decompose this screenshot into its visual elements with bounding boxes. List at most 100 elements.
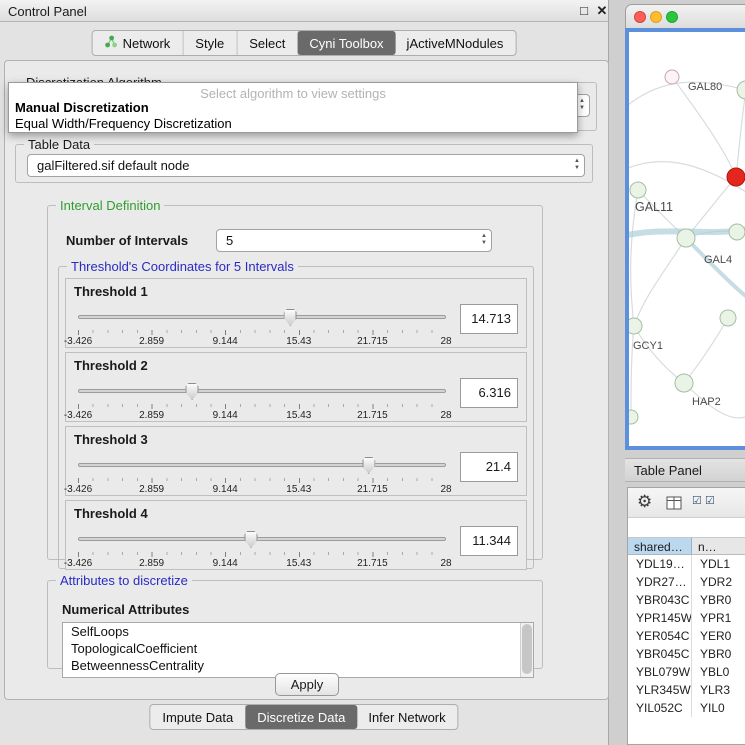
network-node[interactable]	[665, 70, 679, 84]
column-header-name[interactable]: n…	[692, 537, 745, 555]
slider-thumb[interactable]	[244, 531, 257, 548]
network-node[interactable]	[720, 310, 736, 326]
network-window-titlebar	[625, 4, 745, 28]
node-label-gal11: GAL11	[635, 200, 673, 214]
algorithm-option-equal-width[interactable]: Equal Width/Frequency Discretization	[15, 116, 232, 131]
threshold-value-field[interactable]: 11.344	[460, 526, 518, 556]
apply-button[interactable]: Apply	[275, 673, 339, 696]
attribute-item[interactable]: BetweennessCentrality	[63, 657, 533, 674]
zoom-traffic-light[interactable]	[666, 11, 678, 23]
network-node[interactable]	[629, 318, 642, 334]
table-panel-bar: Table Panel	[625, 458, 745, 482]
tab-impute-data[interactable]: Impute Data	[150, 705, 246, 729]
attributes-scrollbar[interactable]	[520, 623, 533, 677]
table-columns-icon[interactable]	[666, 496, 682, 513]
network-node[interactable]	[729, 224, 745, 240]
close-icon[interactable]: ✕	[594, 3, 610, 19]
tab-infer-network[interactable]: Infer Network	[356, 705, 457, 729]
network-node[interactable]	[629, 410, 638, 424]
tick-label: 21.715	[357, 558, 388, 569]
tick-label: 15.43	[286, 484, 311, 495]
close-traffic-light[interactable]	[634, 11, 646, 23]
tick-label: 9.144	[213, 558, 238, 569]
table-panel-window: ⚙ ☑ ☑ shared… n… YDL19…YDL1YDR27…YDR2YBR…	[627, 487, 745, 745]
slider-tick-labels: -3.4262.8599.14415.4321.71528	[78, 410, 446, 422]
node-label-hap2: HAP2	[692, 396, 721, 408]
tab-network[interactable]: Network	[93, 31, 184, 55]
threshold-4-box: Threshold 4 -3.4262.8599.14415.4321.7152…	[65, 500, 527, 570]
table-row[interactable]: YBL079WYBL0	[628, 663, 745, 681]
tick-label: 28	[440, 484, 451, 495]
selected-network-node[interactable]	[727, 168, 745, 186]
tab-select[interactable]: Select	[237, 31, 298, 55]
slider-thumb[interactable]	[362, 457, 375, 474]
network-node[interactable]	[630, 182, 646, 198]
table-row[interactable]: YPR145WYPR1	[628, 609, 745, 627]
table-cell: YBL0	[692, 663, 745, 681]
table-cell: YBL079W	[628, 663, 692, 681]
attributes-list[interactable]: SelfLoopsTopologicalCoefficientBetweenne…	[62, 622, 534, 678]
threshold-1-slider[interactable]	[78, 309, 446, 327]
threshold-4-slider[interactable]	[78, 531, 446, 549]
tab-discretize-data[interactable]: Discretize Data	[245, 705, 357, 729]
table-row[interactable]: YDR27…YDR2	[628, 573, 745, 591]
number-of-intervals-combobox[interactable]: 5 ▲▼	[216, 229, 492, 252]
table-row[interactable]: YBR043CYBR0	[628, 591, 745, 609]
cyni-toolbox-panel: Discretization Algorithm ▲▼ Table Data g…	[4, 60, 609, 700]
minimize-traffic-light[interactable]	[650, 11, 662, 23]
table-row[interactable]: YLR345WYLR3	[628, 681, 745, 699]
control-panel: Control Panel □ ✕ Network Style Select C…	[0, 0, 609, 745]
float-window-icon[interactable]: □	[576, 3, 592, 18]
algorithm-option-manual[interactable]: Manual Discretization	[15, 100, 149, 115]
tab-label: Style	[195, 36, 224, 51]
slider-ticks	[78, 478, 446, 483]
table-cell: YIL052C	[628, 699, 692, 717]
slider-thumb[interactable]	[186, 383, 199, 400]
scrollbar-thumb[interactable]	[522, 624, 532, 674]
threshold-2-slider[interactable]	[78, 383, 446, 401]
table-row[interactable]: YER054CYER0	[628, 627, 745, 645]
table-cell: YER054C	[628, 627, 692, 645]
threshold-label: Threshold 2	[74, 358, 148, 373]
tick-label: 28	[440, 336, 451, 347]
tab-label: Network	[123, 36, 171, 51]
tab-jactivemnodules[interactable]: jActiveMNodules	[395, 31, 516, 55]
network-canvas[interactable]: GAL80 GAL11 GAL4 GCY1 HAP2	[625, 28, 745, 450]
table-row[interactable]: YDL19…YDL1	[628, 555, 745, 573]
tab-style[interactable]: Style	[183, 31, 237, 55]
slider-ticks	[78, 330, 446, 335]
table-row[interactable]: YIL052CYIL0	[628, 699, 745, 717]
network-node[interactable]	[737, 81, 745, 99]
threshold-value-field[interactable]: 21.4	[460, 452, 518, 482]
number-of-intervals-value: 5	[226, 233, 233, 248]
attribute-item[interactable]: SelfLoops	[63, 623, 533, 640]
algorithm-dropdown-popup: Select algorithm to view settings Manual…	[8, 82, 578, 133]
attribute-item[interactable]: TopologicalCoefficient	[63, 640, 533, 657]
thresholds-group: Threshold's Coordinates for 5 Intervals …	[58, 259, 534, 569]
checkbox-icon[interactable]: ☑	[692, 494, 702, 507]
slider-thumb[interactable]	[284, 309, 297, 326]
network-node[interactable]	[675, 374, 693, 392]
tick-label: 15.43	[286, 410, 311, 421]
gear-icon[interactable]: ⚙	[637, 492, 652, 512]
network-node[interactable]	[677, 229, 695, 247]
table-cell: YDL1	[692, 555, 745, 573]
tick-label: 9.144	[213, 484, 238, 495]
threshold-value-field[interactable]: 6.316	[460, 378, 518, 408]
tab-label: Discretize Data	[257, 710, 345, 725]
threshold-value-field[interactable]: 14.713	[460, 304, 518, 334]
tick-label: 2.859	[139, 410, 164, 421]
interval-definition-group: Interval Definition Number of Intervals …	[47, 198, 543, 560]
slider-track	[78, 537, 446, 541]
column-header-shared-name[interactable]: shared…	[628, 537, 692, 555]
table-data-combobox[interactable]: galFiltered.sif default node ▲▼	[27, 154, 585, 177]
threshold-3-slider[interactable]	[78, 457, 446, 475]
tick-label: 28	[440, 410, 451, 421]
tick-label: 2.859	[139, 336, 164, 347]
tab-label: Impute Data	[162, 710, 233, 725]
control-panel-titlebar: Control Panel □ ✕	[0, 0, 608, 22]
table-cell: YBR045C	[628, 645, 692, 663]
table-row[interactable]: YBR045CYBR0	[628, 645, 745, 663]
tab-cyni-toolbox[interactable]: Cyni Toolbox	[297, 31, 395, 55]
checkbox-icon[interactable]: ☑	[705, 494, 715, 507]
